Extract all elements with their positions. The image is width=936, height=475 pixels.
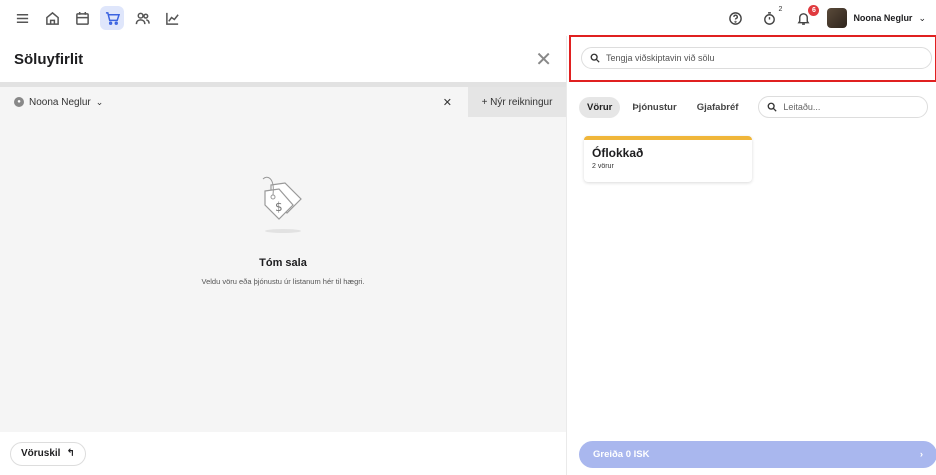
menu-icon[interactable] xyxy=(10,6,34,30)
bell-icon[interactable]: 6 xyxy=(793,5,820,28)
card-subtitle: 2 vörur xyxy=(592,163,614,170)
customer-search-input[interactable]: Tengja viðskiptavin við sölu xyxy=(581,47,932,69)
customer-tab[interactable]: ● Noona Neglur ⌄ xyxy=(0,97,443,108)
calendar-icon[interactable] xyxy=(70,6,94,30)
pay-label: Greiða 0 ISK xyxy=(593,449,650,460)
avatar xyxy=(827,8,848,28)
customer-tab-label: Noona Neglur xyxy=(29,96,91,108)
empty-title: Tóm sala xyxy=(259,257,307,269)
return-button[interactable]: Vöruskil ↰ xyxy=(10,441,86,466)
main-nav xyxy=(10,6,184,30)
empty-state: $ Tóm sala Veldu vöru eða þjónustu úr li… xyxy=(0,167,566,286)
help-icon[interactable] xyxy=(725,8,745,28)
category-card[interactable]: Óflokkað 2 vörur xyxy=(584,136,752,182)
top-bar-actions: 2 6 Noona Neglur ⌄ xyxy=(725,5,926,28)
empty-subtitle: Veldu vöru eða þjónustu úr listanum hér … xyxy=(201,277,365,286)
user-menu[interactable]: Noona Neglur ⌄ xyxy=(827,8,926,28)
icon-shadow xyxy=(265,229,301,233)
item-search-input[interactable]: Leitaðu... xyxy=(758,96,929,118)
search-icon xyxy=(590,53,600,63)
notification-badge: 6 xyxy=(808,5,820,16)
chevron-right-icon: › xyxy=(919,449,923,460)
chart-icon[interactable] xyxy=(160,6,184,30)
chevron-down-icon: ⌄ xyxy=(95,96,104,107)
close-icon[interactable]: ✕ xyxy=(535,47,552,72)
timer-icon[interactable]: 2 xyxy=(759,6,782,28)
item-search-placeholder: Leitaðu... xyxy=(783,102,821,112)
cart-icon[interactable] xyxy=(100,6,124,30)
search-icon xyxy=(767,102,778,112)
pay-button[interactable]: Greiða 0 ISK › xyxy=(579,441,936,468)
sale-footer: Vöruskil ↰ xyxy=(0,432,566,475)
svg-text:$: $ xyxy=(275,200,283,214)
customer-search-placeholder: Tengja viðskiptavin við sölu xyxy=(606,53,715,63)
user-name: Noona Neglur xyxy=(853,13,913,23)
top-bar: 2 6 Noona Neglur ⌄ xyxy=(0,0,936,36)
catalog-panel: Tengja viðskiptavin við sölu Vörur Þjónu… xyxy=(566,35,936,475)
tab-thjonustur[interactable]: Þjónustur xyxy=(624,97,684,118)
close-tab-icon[interactable]: ✕ xyxy=(443,96,452,109)
timer-count: 2 xyxy=(778,6,783,13)
home-icon[interactable] xyxy=(40,6,64,30)
sales-overview-header: Söluyfirlit ✕ xyxy=(0,36,566,82)
customer-avatar-icon: ● xyxy=(14,97,24,107)
users-icon[interactable] xyxy=(130,6,154,30)
price-tag-icon: $ xyxy=(262,176,302,220)
tab-gjafabref[interactable]: Gjafabréf xyxy=(689,97,747,118)
return-label: Vöruskil xyxy=(21,448,61,459)
category-tabs: Vörur Þjónustur Gjafabréf Leitaðu... xyxy=(579,96,929,118)
new-account-button[interactable]: + Nýr reikningur xyxy=(468,87,566,117)
account-tabs: ● Noona Neglur ⌄ ✕ + Nýr reikningur xyxy=(0,87,566,117)
chevron-down-icon: ⌄ xyxy=(918,12,926,23)
card-title: Óflokkað xyxy=(592,146,644,160)
tab-vorur[interactable]: Vörur xyxy=(579,96,621,118)
page-title: Söluyfirlit xyxy=(14,50,84,68)
sale-panel: ● Noona Neglur ⌄ ✕ + Nýr reikningur $ Tó… xyxy=(0,82,566,432)
undo-icon: ↰ xyxy=(66,448,75,459)
